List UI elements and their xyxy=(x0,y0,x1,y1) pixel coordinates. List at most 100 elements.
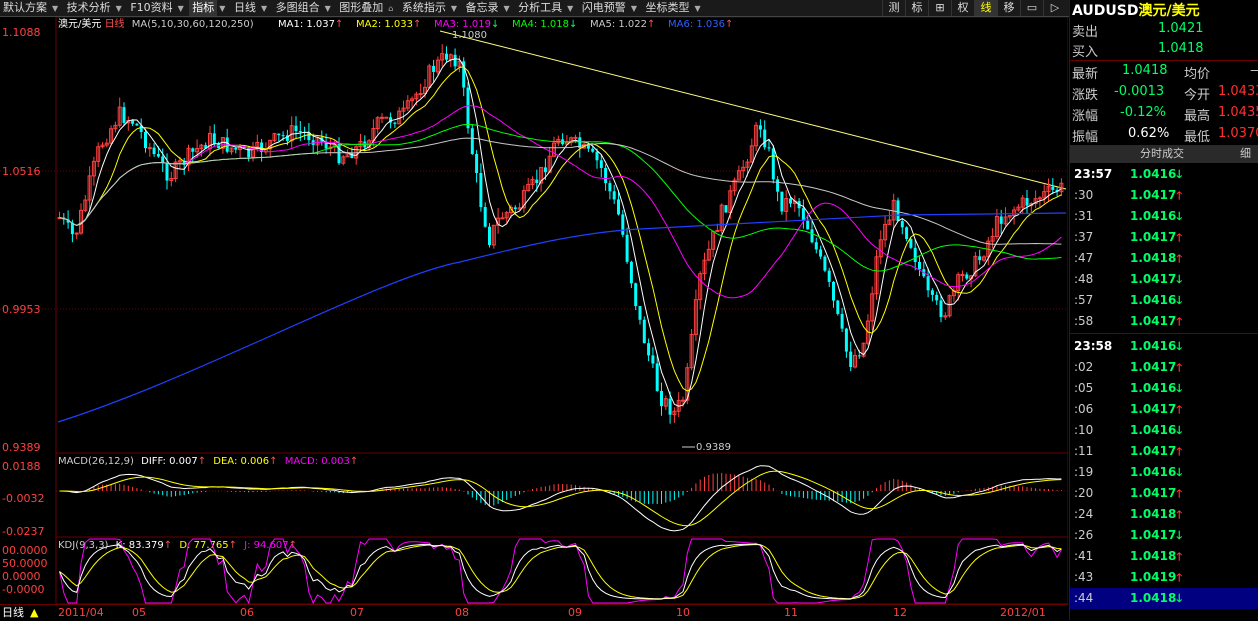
tick-row[interactable]: :57 1.0416🡓 xyxy=(1070,290,1258,311)
arrow-down-icon: 🡓 xyxy=(1176,466,1183,479)
arrow-down-icon: 🡓 xyxy=(1176,168,1183,181)
tick-detail-button[interactable]: 细 xyxy=(1240,145,1251,163)
dropdown-arrow-icon[interactable]: ▼ xyxy=(565,4,575,13)
macd-dea-line xyxy=(59,470,1062,527)
grid-icon[interactable]: ⊞ xyxy=(928,0,951,16)
tick-row[interactable]: :43 1.0419🡑 xyxy=(1070,567,1258,588)
tick-time: 23:57 xyxy=(1074,167,1113,181)
tick-row[interactable]: 23:58 1.0416🡓 xyxy=(1070,336,1258,357)
toolbar-system-indicator[interactable]: 系统指示 xyxy=(399,0,449,16)
candle-body xyxy=(763,129,767,148)
kline-chart[interactable]: 澳元/美元 日线 MA(5,10,30,60,120,250) MA1: 1.0… xyxy=(0,17,1068,605)
arrow-down-icon: 🡓 xyxy=(1176,340,1183,353)
arrow-up-icon: 🡑 xyxy=(1176,571,1183,584)
tick-row[interactable]: :10 1.0416🡓 xyxy=(1070,420,1258,441)
candle-body xyxy=(281,135,285,137)
line-button[interactable]: 线 xyxy=(974,0,997,16)
dropdown-arrow-icon[interactable]: ▼ xyxy=(176,4,186,13)
tick-row[interactable]: :48 1.0417🡓 xyxy=(1070,269,1258,290)
tick-row[interactable]: :44 1.0418🡓 xyxy=(1070,588,1258,609)
last-price: 1.0418 xyxy=(1122,63,1168,78)
candle-body xyxy=(445,53,448,60)
toolbar-overlay[interactable]: 图形叠加 xyxy=(336,0,386,16)
open-price: 1.0433 xyxy=(1218,84,1258,99)
candle-body xyxy=(466,87,470,129)
toolbar-multi-chart[interactable]: 多图组合 xyxy=(273,0,323,16)
dropdown-arrow-icon[interactable]: ▼ xyxy=(50,4,60,13)
dropdown-arrow-icon[interactable]: ▼ xyxy=(259,4,269,13)
tick-row[interactable]: :30 1.0417🡑 xyxy=(1070,185,1258,206)
tick-row[interactable]: :20 1.0417🡑 xyxy=(1070,483,1258,504)
candle-body xyxy=(823,256,827,271)
candle-body xyxy=(840,313,844,329)
dropdown-arrow-icon[interactable]: ▼ xyxy=(692,4,702,13)
candle-body xyxy=(767,147,771,149)
date-label: 07 xyxy=(350,606,364,619)
price-panel-frame xyxy=(55,17,1068,454)
move-button[interactable]: 移 xyxy=(997,0,1020,16)
toolbar-analysis-tools[interactable]: 分析工具 xyxy=(515,0,565,16)
toolbar-default-scheme[interactable]: 默认方案 xyxy=(0,0,50,16)
candle-body xyxy=(595,151,599,161)
toolbar-daily[interactable]: 日线 xyxy=(231,0,259,16)
dropdown-arrow-icon[interactable]: ▼ xyxy=(629,4,639,13)
candle-body xyxy=(857,355,861,357)
candle-body xyxy=(776,179,780,192)
candlesticks xyxy=(57,44,1064,424)
symbol-header: AUDUSD澳元/美元 xyxy=(1072,0,1200,20)
tick-row[interactable]: :47 1.0418🡑 xyxy=(1070,248,1258,269)
tick-row[interactable]: :06 1.0417🡑 xyxy=(1070,399,1258,420)
mark-button[interactable]: 标 xyxy=(905,0,928,16)
warning-icon[interactable]: ▲ xyxy=(30,605,38,621)
dropdown-arrow-icon[interactable]: ▼ xyxy=(114,4,124,13)
toolbar-flash-alert[interactable]: 闪电预警 xyxy=(579,0,629,16)
measure-button[interactable]: 测 xyxy=(882,0,905,16)
toolbar-memo[interactable]: 备忘录 xyxy=(463,0,502,16)
candle-body xyxy=(234,147,238,150)
macd-legend: MACD(26,12,9) DIFF: 0.007↑ DEA: 0.006↑ M… xyxy=(58,456,358,467)
lock-icon[interactable]: ⌂ xyxy=(386,4,395,13)
low-marker: 0.9389 xyxy=(696,442,731,453)
tick-price: 1.0417🡑 xyxy=(1130,230,1183,244)
chart-title: 澳元/美元 xyxy=(58,17,101,30)
tick-time: :43 xyxy=(1074,570,1094,584)
candle-body xyxy=(298,131,302,133)
macd-axis-label: 0.0188 xyxy=(2,460,41,473)
toolbar-axis-type[interactable]: 坐标类型 xyxy=(642,0,692,16)
tick-time: :11 xyxy=(1074,444,1094,458)
tick-price: 1.0416🡓 xyxy=(1130,465,1183,479)
tick-row[interactable]: :37 1.0417🡑 xyxy=(1070,227,1258,248)
divider xyxy=(1070,333,1258,334)
tick-row[interactable]: :41 1.0418🡑 xyxy=(1070,546,1258,567)
pct-row: 涨幅-0.12%最高1.0435 xyxy=(1072,105,1258,124)
last-row: 最新1.0418均价— xyxy=(1072,63,1258,82)
tick-time: :20 xyxy=(1074,486,1094,500)
tick-row[interactable]: :11 1.0417🡑 xyxy=(1070,441,1258,462)
tick-row[interactable]: :58 1.0417🡑 xyxy=(1070,311,1258,332)
tick-header[interactable]: 分时成交 细 xyxy=(1070,145,1258,163)
change-row: 涨跌-0.0013今开1.0433 xyxy=(1072,84,1258,103)
dropdown-arrow-icon[interactable]: ▼ xyxy=(323,4,333,13)
tick-row[interactable]: 23:57 1.0416🡓 xyxy=(1070,164,1258,185)
tick-row[interactable]: :24 1.0418🡑 xyxy=(1070,504,1258,525)
toolbar-tech-analysis[interactable]: 技术分析 xyxy=(64,0,114,16)
candle-body xyxy=(827,270,831,282)
high-price: 1.0435 xyxy=(1218,105,1258,120)
window-icon[interactable]: ▭ xyxy=(1020,0,1043,16)
play-icon[interactable]: ▷ xyxy=(1043,0,1066,16)
tick-row[interactable]: :19 1.0416🡓 xyxy=(1070,462,1258,483)
rights-button[interactable]: 权 xyxy=(951,0,974,16)
tick-row[interactable]: :31 1.0416🡓 xyxy=(1070,206,1258,227)
toolbar-f10[interactable]: F10资料 xyxy=(127,0,175,16)
dropdown-arrow-icon[interactable]: ▼ xyxy=(449,4,459,13)
toolbar-indicator[interactable]: 指标 xyxy=(189,0,218,16)
dropdown-arrow-icon[interactable]: ▼ xyxy=(217,4,227,13)
tick-row[interactable]: :26 1.0417🡓 xyxy=(1070,525,1258,546)
candle-body xyxy=(152,147,156,155)
tick-row[interactable]: :05 1.0416🡓 xyxy=(1070,378,1258,399)
tick-row[interactable]: :02 1.0417🡑 xyxy=(1070,357,1258,378)
trend-line[interactable] xyxy=(439,30,1067,190)
period-label[interactable]: 日线 xyxy=(2,605,24,621)
date-label: 06 xyxy=(240,606,254,619)
dropdown-arrow-icon[interactable]: ▼ xyxy=(502,4,512,13)
